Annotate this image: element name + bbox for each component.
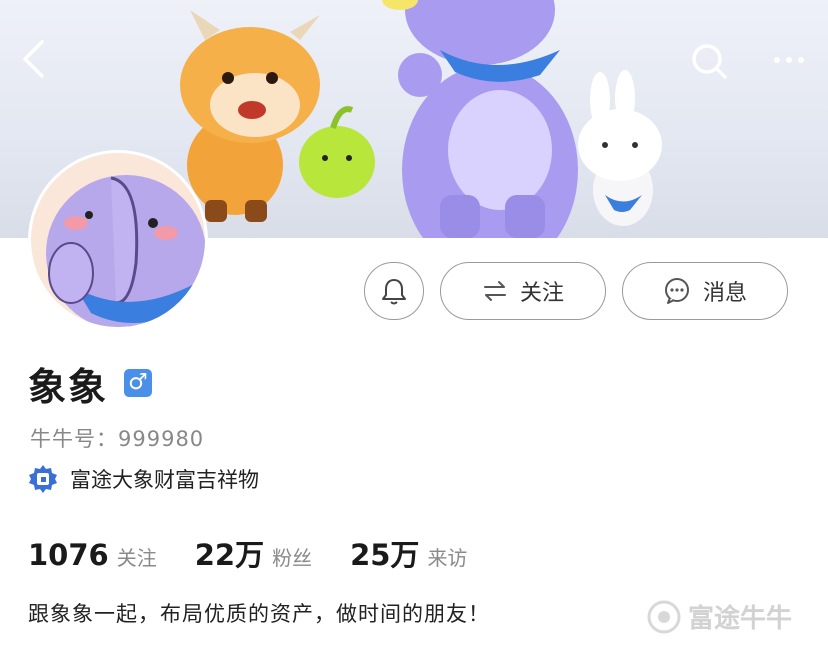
visitors-count[interactable]: 25万 [350,532,419,574]
watermark: 富途牛牛 [646,598,792,635]
message-label: 消息 [702,281,747,306]
followers-count[interactable]: 22万 [195,532,264,574]
user-id: 牛牛号：999980 [30,427,205,451]
visitors-label[interactable]: 来访 [427,542,467,571]
back-button[interactable] [20,38,46,84]
avatar-elephant-image [46,175,205,327]
bell-icon [382,279,406,305]
following-count[interactable]: 1076 [28,538,109,572]
search-icon [692,44,727,79]
more-button[interactable] [772,52,806,71]
profile-bio: 跟象象一起，布局优质的资产，做时间的朋友！ [28,602,490,626]
notification-bell-button[interactable] [364,262,424,320]
chevron-left-icon [23,40,44,78]
following-label[interactable]: 关注 [117,542,157,571]
follow-label: 关注 [519,281,564,306]
male-symbol-icon: ♂ [128,370,148,395]
stats-row: 1076 关注 22万 粉丝 25万 来访 [28,532,505,574]
verified-badge-icon [29,465,57,493]
avatar[interactable] [28,150,208,330]
watermark-text: 富途牛牛 [688,604,793,634]
more-icon [774,57,804,63]
futu-logo-icon [647,600,681,633]
swap-arrows-icon [482,280,508,302]
follow-button[interactable]: 关注 [440,262,606,320]
message-button[interactable]: 消息 [622,262,788,320]
certification-text: 富途大象财富吉祥物 [70,468,259,492]
search-button[interactable] [690,42,728,84]
gender-male-badge: ♂ [124,369,152,397]
certification-row: 富途大象财富吉祥物 [28,464,259,494]
followers-label[interactable]: 粉丝 [272,542,312,571]
chat-bubble-icon [663,277,691,305]
profile-name: 象象 [28,365,109,409]
